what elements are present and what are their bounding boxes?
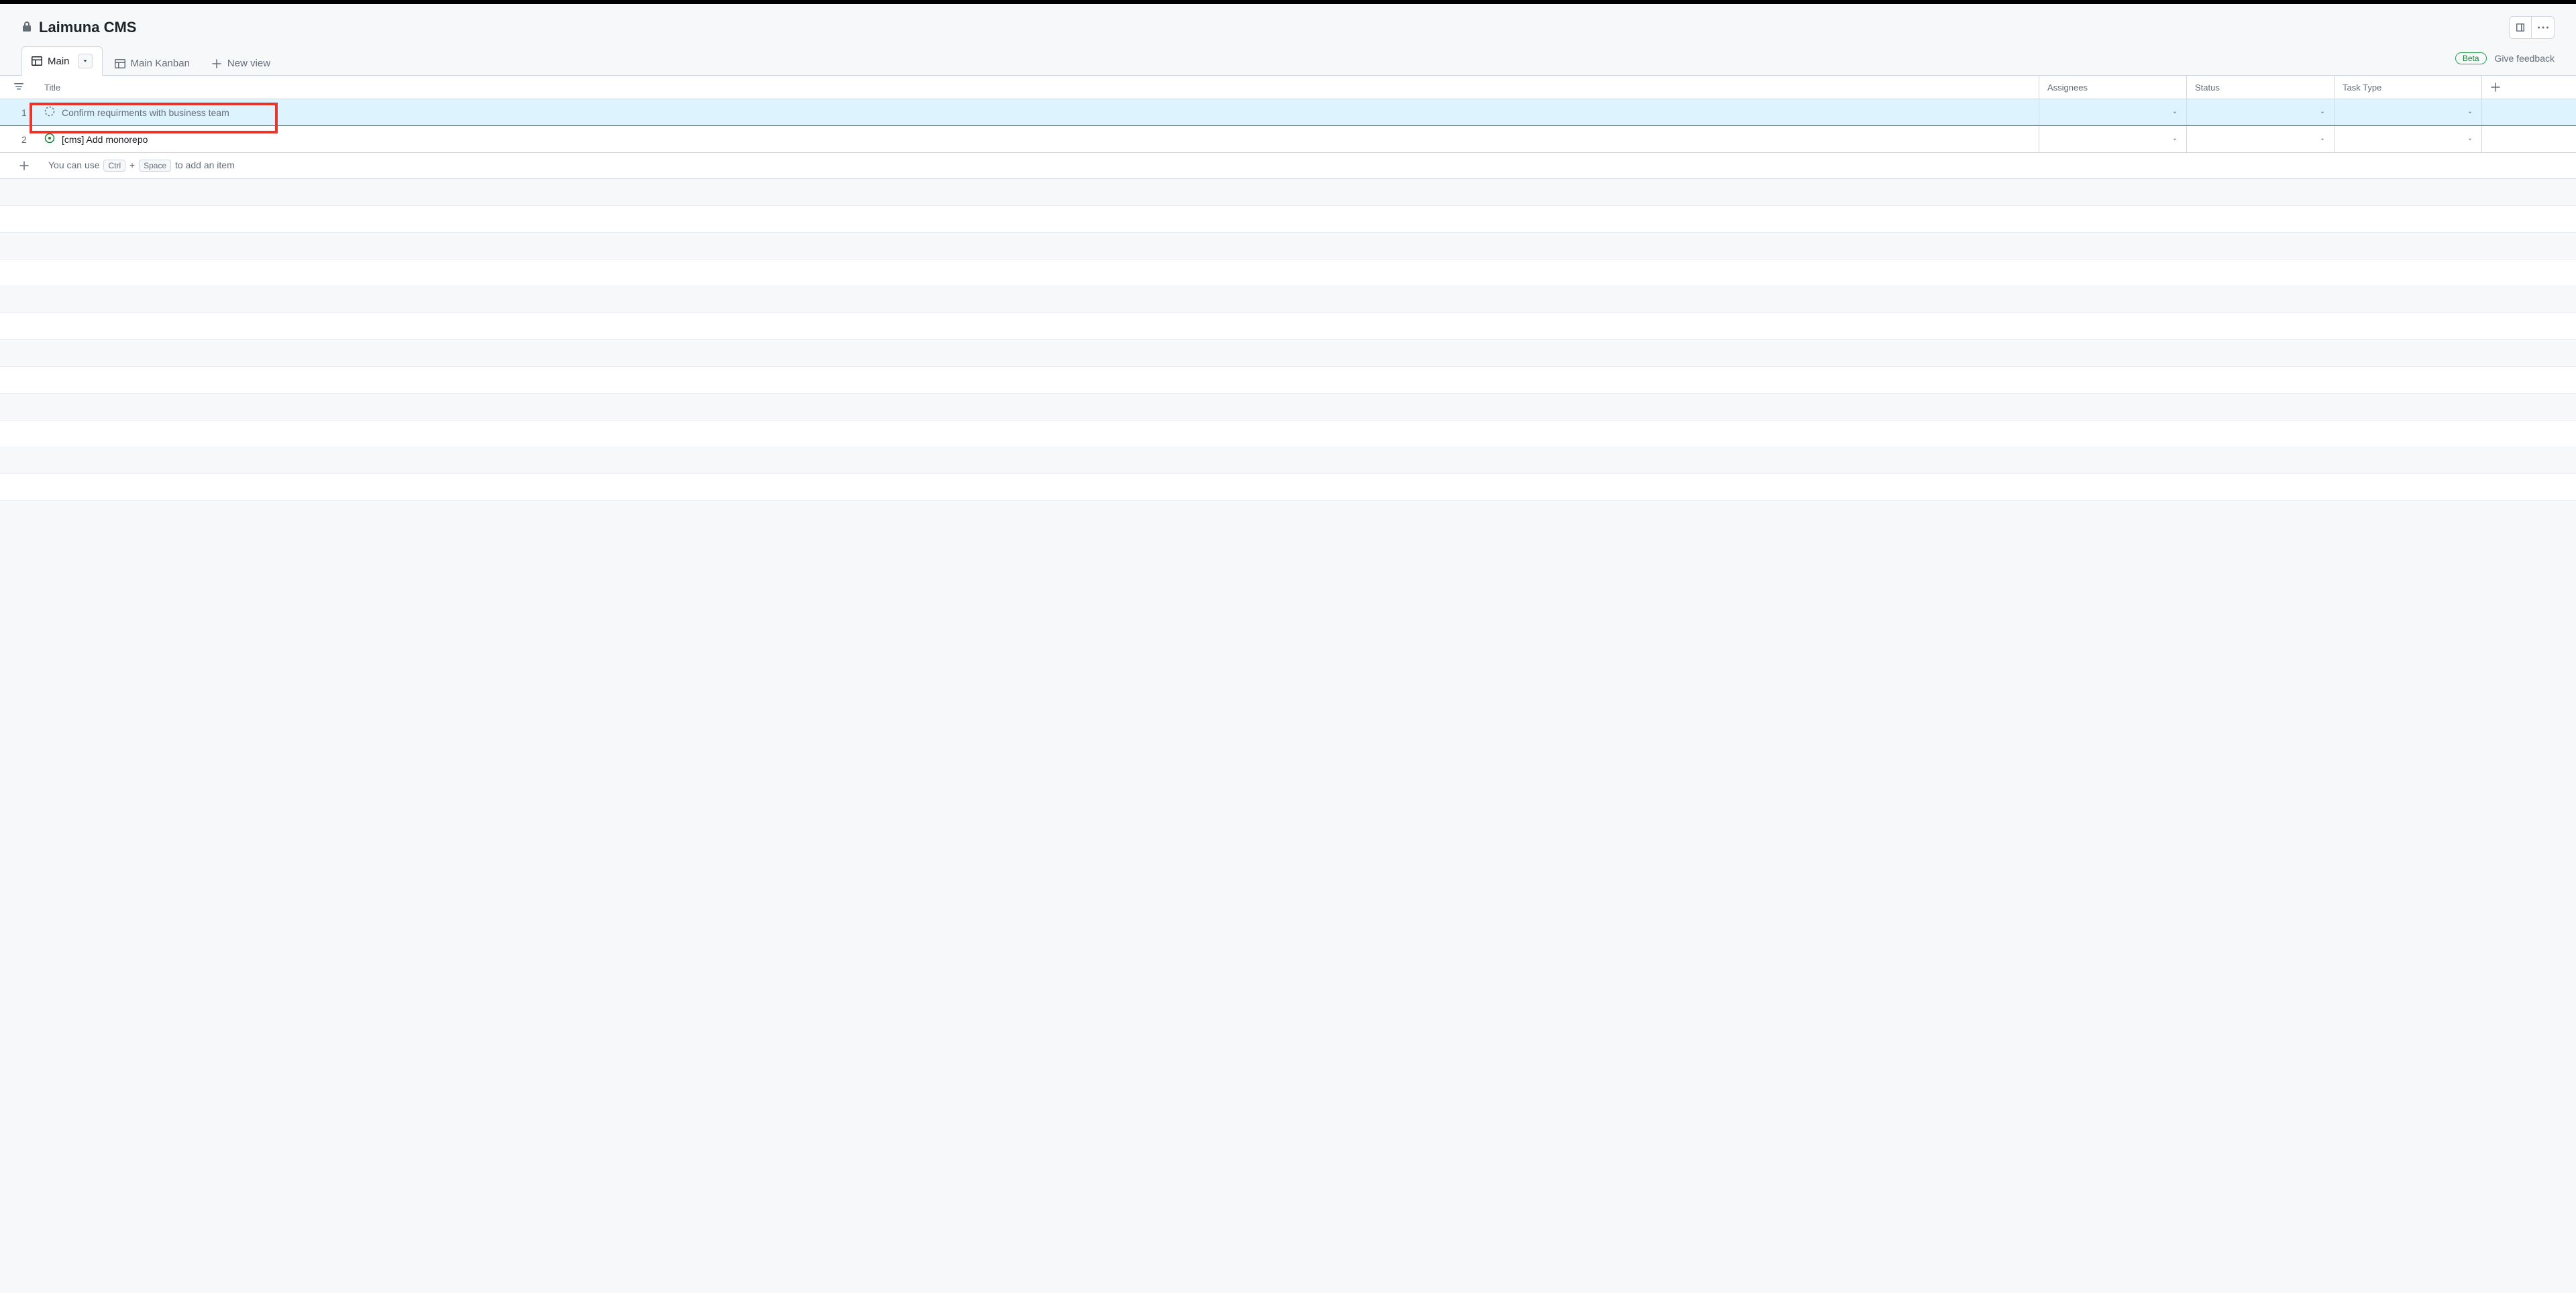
cell-end: [2482, 126, 2576, 152]
tabs-left: Main Main Kanban New view: [21, 46, 280, 75]
cell-status[interactable]: [2187, 126, 2334, 152]
tabs-right: Beta Give feedback: [2455, 52, 2555, 68]
tab-main-dropdown[interactable]: [78, 54, 93, 68]
add-column-button[interactable]: [2482, 76, 2576, 99]
project-title: Laimuna CMS: [39, 19, 136, 36]
plus-icon: [2490, 82, 2501, 93]
kbd-ctrl: Ctrl: [103, 160, 125, 172]
row-title-text: [cms] Add monorepo: [62, 134, 148, 145]
cell-assignees[interactable]: [2039, 99, 2187, 125]
cell-task-type[interactable]: [2334, 126, 2482, 152]
header-right: [2509, 16, 2555, 39]
caret-down-icon: [2171, 109, 2178, 116]
cell-status[interactable]: [2187, 99, 2334, 125]
beta-badge: Beta: [2455, 52, 2487, 64]
cell-end: [2482, 99, 2576, 125]
more-options-button[interactable]: [2532, 16, 2555, 39]
table-container: Title Assignees Status Task Type 1 Confi…: [0, 76, 2576, 179]
filter-button[interactable]: [0, 76, 38, 99]
open-issue-icon: [44, 133, 55, 146]
draft-issue-icon: [44, 106, 55, 119]
cell-title[interactable]: Confirm requirments with business team: [38, 99, 2039, 125]
table-row[interactable]: 1 Confirm requirments with business team: [0, 99, 2576, 126]
table-header: Title Assignees Status Task Type: [0, 76, 2576, 99]
plus-icon: [211, 58, 222, 69]
caret-down-icon: [82, 58, 89, 64]
plus-icon: [19, 160, 30, 171]
cell-task-type[interactable]: [2334, 99, 2482, 125]
caret-down-icon: [2319, 136, 2326, 143]
row-number: 2: [0, 126, 38, 152]
kbd-space: Space: [139, 160, 171, 172]
tab-kanban-label: Main Kanban: [131, 58, 190, 69]
tab-new-view[interactable]: New view: [202, 51, 280, 76]
caret-down-icon: [2467, 109, 2473, 116]
page-header: Laimuna CMS: [0, 4, 2576, 46]
add-item-row[interactable]: You can use Ctrl + Space to add an item: [0, 153, 2576, 178]
filter-icon: [13, 82, 24, 93]
panel-toggle-button[interactable]: [2509, 16, 2532, 39]
cell-assignees[interactable]: [2039, 126, 2187, 152]
table-icon: [32, 56, 42, 66]
column-header-task-type[interactable]: Task Type: [2334, 76, 2482, 99]
caret-down-icon: [2467, 136, 2473, 143]
tab-main[interactable]: Main: [21, 46, 103, 76]
table-row[interactable]: 2 [cms] Add monorepo: [0, 126, 2576, 153]
lock-icon: [21, 21, 32, 34]
tab-main-label: Main: [48, 56, 70, 67]
tab-kanban[interactable]: Main Kanban: [105, 51, 199, 76]
tab-new-view-label: New view: [227, 58, 270, 69]
table-icon: [115, 58, 125, 69]
header-left: Laimuna CMS: [21, 19, 136, 36]
feedback-link[interactable]: Give feedback: [2495, 53, 2555, 64]
row-title-text: Confirm requirments with business team: [62, 107, 229, 118]
cell-title[interactable]: [cms] Add monorepo: [38, 126, 2039, 152]
tabs-row: Main Main Kanban New view Beta Give feed…: [0, 46, 2576, 76]
caret-down-icon: [2171, 136, 2178, 143]
add-item-hint: You can use Ctrl + Space to add an item: [48, 160, 235, 172]
empty-rows-area: [0, 179, 2576, 501]
column-header-status[interactable]: Status: [2187, 76, 2334, 99]
row-number: 1: [0, 99, 38, 125]
column-header-assignees[interactable]: Assignees: [2039, 76, 2187, 99]
column-header-title[interactable]: Title: [38, 76, 2039, 99]
caret-down-icon: [2319, 109, 2326, 116]
